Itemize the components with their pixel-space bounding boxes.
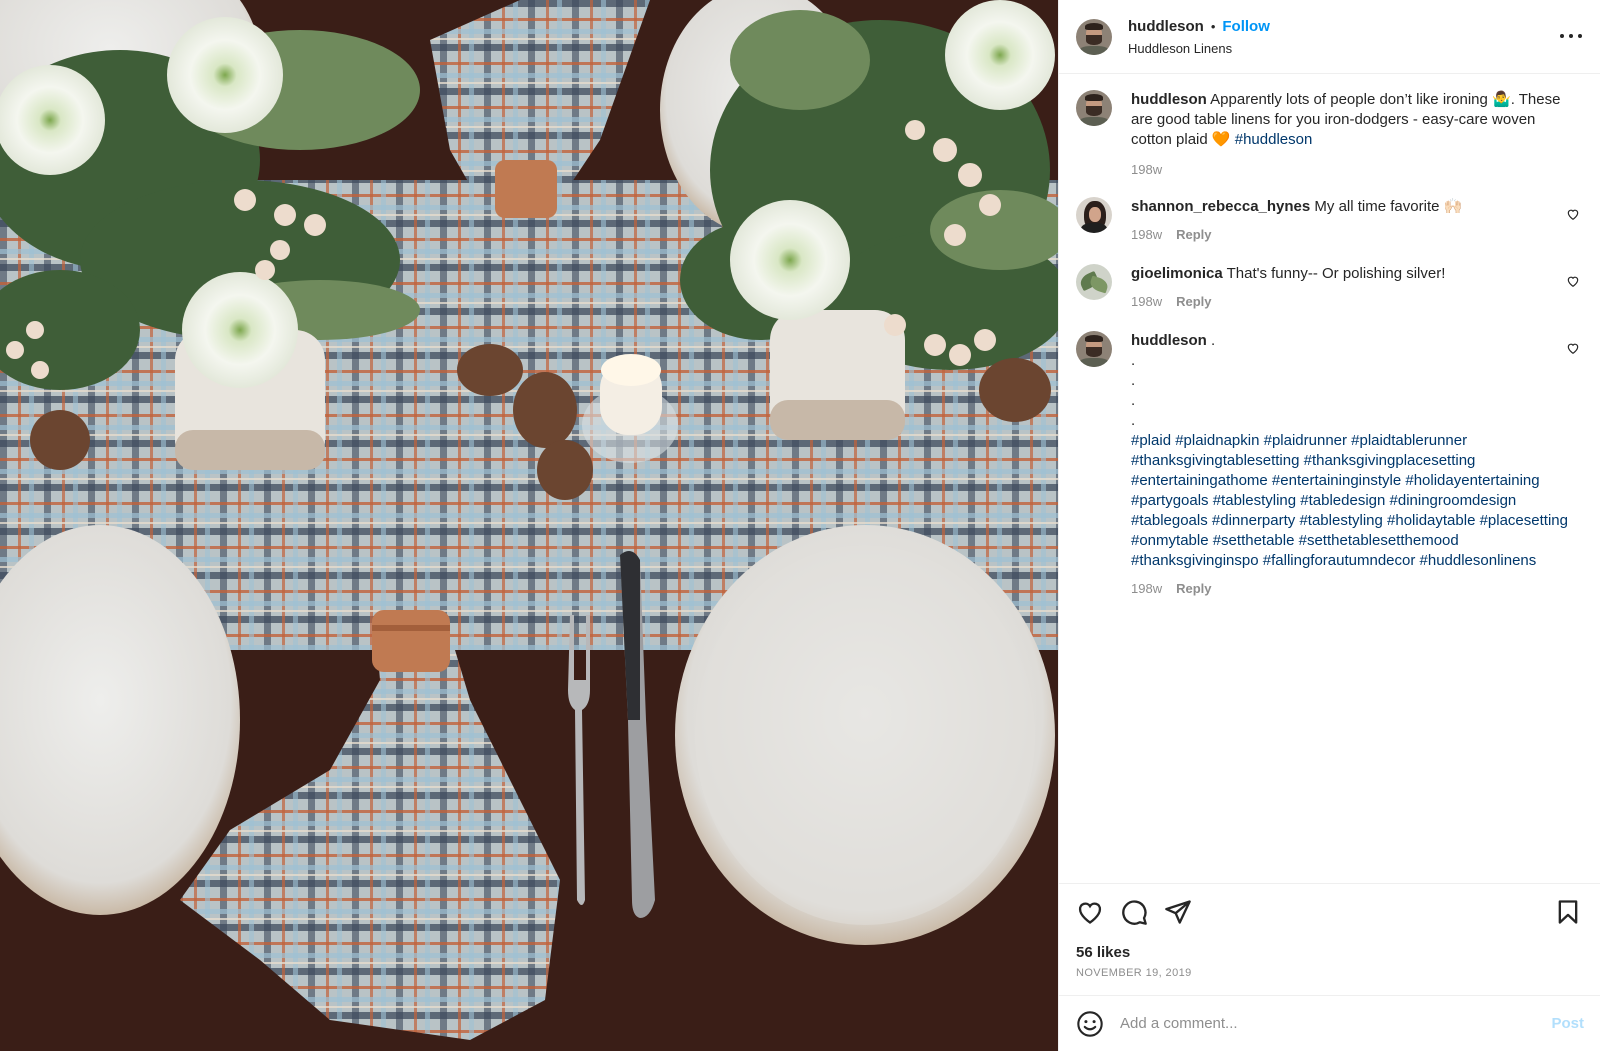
comment-time[interactable]: 198w [1131,579,1162,599]
dot-line: . [1131,352,1136,369]
comment-item: shannon_rebecca_hynes My all time favori… [1076,197,1584,245]
comment-username[interactable]: shannon_rebecca_hynes [1131,198,1310,215]
bookmark-icon[interactable] [1554,898,1582,926]
dot-line: . [1131,392,1136,409]
commenter-avatar[interactable] [1076,331,1112,367]
author-subtitle[interactable]: Huddleson Linens [1128,42,1270,55]
post-header: huddleson • Follow Huddleson Linens [1059,0,1600,74]
caption-hashtag[interactable]: #huddleson [1235,131,1313,148]
comment-item: gioelimonica That's funny-- Or polishing… [1076,264,1584,312]
comment-text: That's funny-- Or polishing silver! [1226,265,1446,282]
commenter-avatar[interactable] [1076,264,1112,300]
reply-button[interactable]: Reply [1176,579,1211,599]
comments-list[interactable]: huddleson Apparently lots of people don’… [1059,74,1600,883]
post-dialog: huddleson • Follow Huddleson Linens hudd… [0,0,1600,1051]
emoji-icon[interactable] [1076,1010,1104,1038]
table-setting-image [0,0,1058,1051]
post-date[interactable]: NOVEMBER 19, 2019 [1076,967,1584,979]
commenter-avatar[interactable] [1076,197,1112,233]
reply-button[interactable]: Reply [1176,225,1211,245]
separator-dot: • [1210,18,1216,34]
like-comment-heart-icon[interactable] [1566,274,1580,288]
follow-button[interactable]: Follow [1222,19,1270,34]
reply-button[interactable]: Reply [1176,292,1211,312]
caption-time[interactable]: 198w [1131,160,1162,180]
dot-line: . [1131,372,1136,389]
likes-count[interactable]: 56 likes [1076,944,1584,961]
more-options-icon[interactable] [1560,28,1582,44]
hashtag-list[interactable]: #plaid #plaidnapkin #plaidrunner #plaidt… [1131,431,1571,571]
side-panel: huddleson • Follow Huddleson Linens hudd… [1058,0,1600,1051]
author-info: huddleson • Follow Huddleson Linens [1128,19,1270,55]
comment-username[interactable]: gioelimonica [1131,265,1223,282]
comment-item: huddleson . . . . . #plaid #plaidnapkin … [1076,331,1584,599]
post-photo[interactable] [0,0,1058,1051]
comment-time[interactable]: 198w [1131,292,1162,312]
comment-time[interactable]: 198w [1131,225,1162,245]
like-comment-heart-icon[interactable] [1566,207,1580,221]
caption-avatar[interactable] [1076,90,1112,126]
heart-icon[interactable] [1076,898,1104,926]
author-username[interactable]: huddleson [1128,19,1204,34]
comment-text: . [1211,332,1216,349]
share-icon[interactable] [1164,898,1192,926]
add-comment-bar: Post [1059,995,1600,1051]
like-comment-heart-icon[interactable] [1566,341,1580,355]
caption-username[interactable]: huddleson [1131,91,1207,108]
comment-username[interactable]: huddleson [1131,332,1207,349]
author-avatar[interactable] [1076,18,1112,55]
comment-input[interactable] [1120,1015,1552,1032]
action-bar: 56 likes NOVEMBER 19, 2019 [1059,883,1600,995]
comment-icon[interactable] [1120,898,1148,926]
dot-line: . [1131,412,1136,429]
caption: huddleson Apparently lots of people don’… [1076,90,1584,180]
comment-text: My all time favorite 🙌🏻 [1314,198,1463,215]
post-comment-button[interactable]: Post [1551,1015,1584,1032]
